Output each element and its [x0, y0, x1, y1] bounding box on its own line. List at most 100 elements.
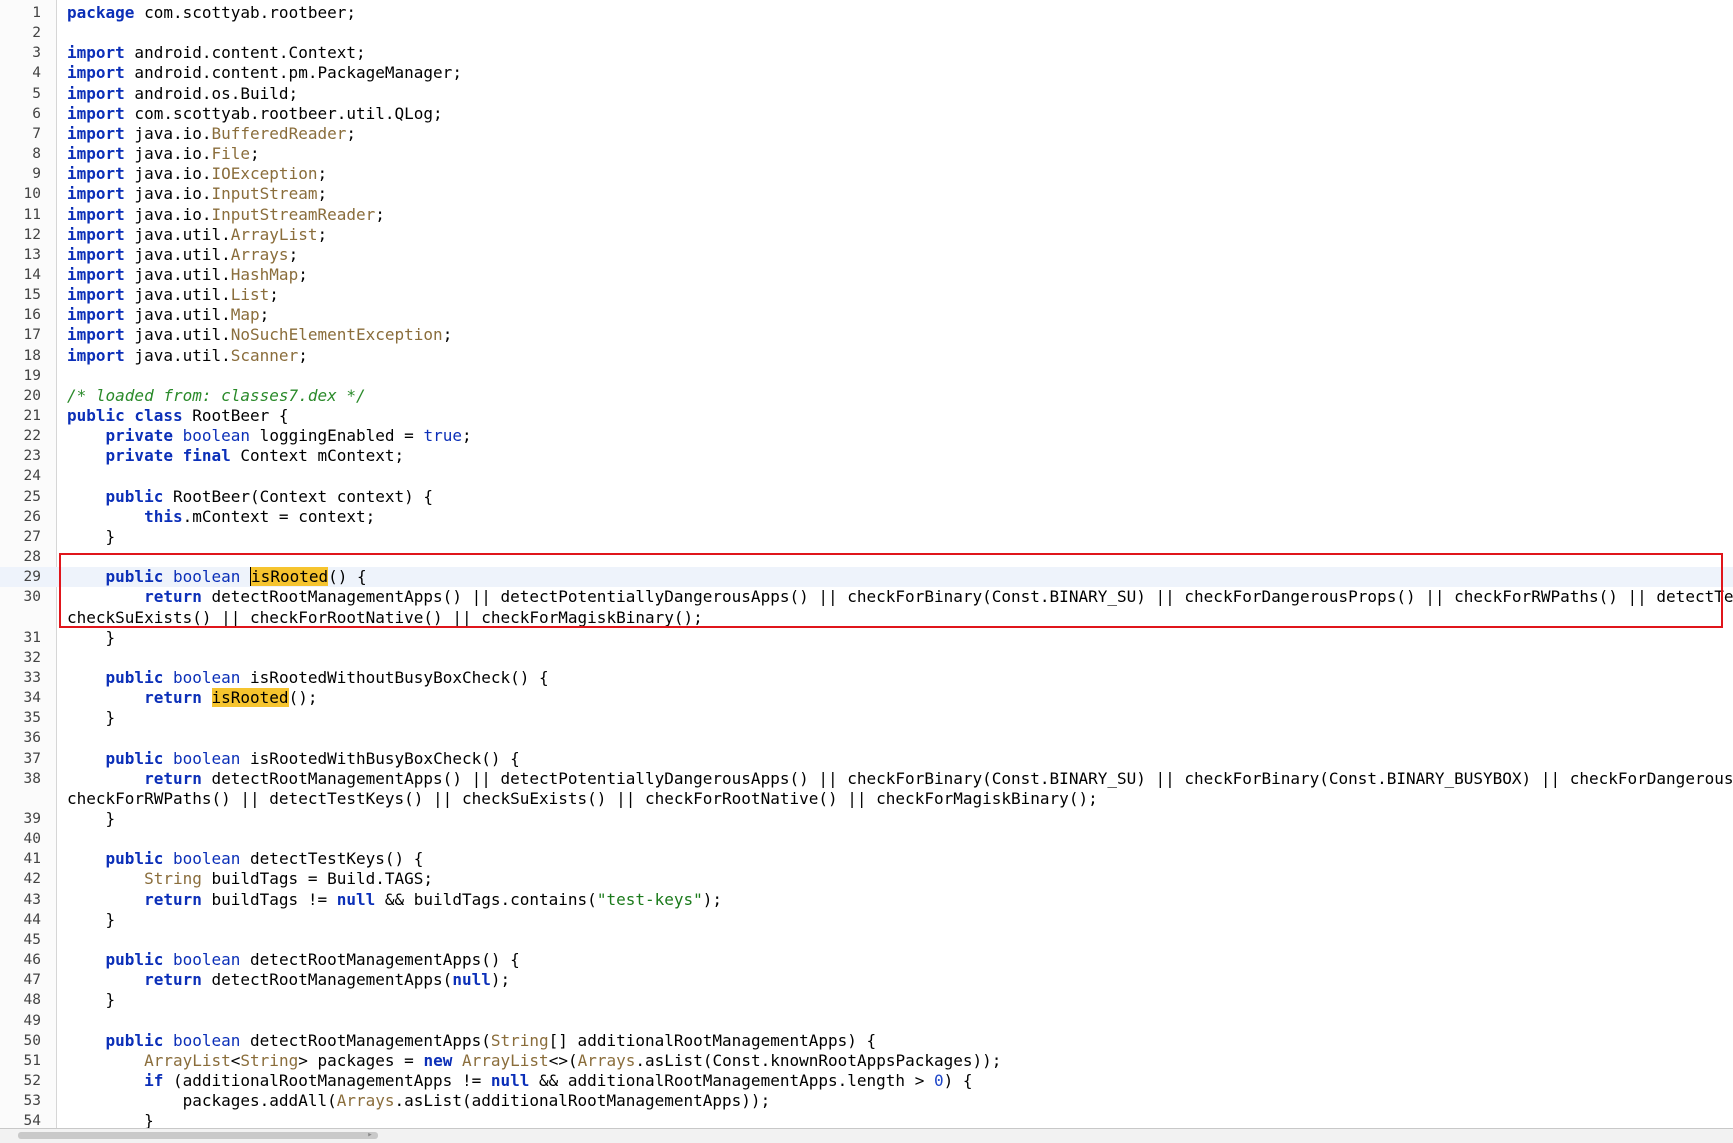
code-text[interactable]: String buildTags = Build.TAGS;	[67, 869, 433, 889]
code-line[interactable]: 41 public boolean detectTestKeys() {	[0, 849, 1733, 869]
code-line[interactable]: 49	[0, 1011, 1733, 1031]
code-line[interactable]: 8 import java.io.File;	[0, 144, 1733, 164]
code-text[interactable]: import android.content.pm.PackageManager…	[67, 63, 462, 83]
code-text[interactable]: return isRooted();	[67, 688, 317, 708]
code-text[interactable]: public boolean detectRootManagementApps(…	[67, 950, 520, 970]
code-line[interactable]: 46 public boolean detectRootManagementAp…	[0, 950, 1733, 970]
code-line[interactable]: 15 import java.util.List;	[0, 285, 1733, 305]
code-line[interactable]: 39 }	[0, 809, 1733, 829]
code-text[interactable]: public boolean isRootedWithoutBusyBoxChe…	[67, 668, 549, 688]
code-line[interactable]: 50 public boolean detectRootManagementAp…	[0, 1031, 1733, 1051]
code-line[interactable]: 5 import android.os.Build;	[0, 84, 1733, 104]
code-line[interactable]: checkForRWPaths() || detectTestKeys() ||…	[0, 789, 1733, 809]
code-text[interactable]: return buildTags != null && buildTags.co…	[67, 890, 722, 910]
code-text[interactable]: }	[67, 809, 116, 829]
code-line[interactable]: 33 public boolean isRootedWithoutBusyBox…	[0, 668, 1733, 688]
code-text[interactable]: import android.os.Build;	[67, 84, 298, 104]
code-text[interactable]: }	[67, 708, 116, 728]
code-line[interactable]: 13 import java.util.Arrays;	[0, 245, 1733, 265]
code-line[interactable]: 19	[0, 366, 1733, 386]
code-line[interactable]: 27 }	[0, 527, 1733, 547]
code-line[interactable]: 29 public boolean isRooted() {	[0, 567, 1733, 588]
code-text[interactable]: import java.util.Scanner;	[67, 346, 308, 366]
code-text[interactable]: public boolean isRootedWithBusyBoxCheck(…	[67, 749, 520, 769]
code-text[interactable]: import java.io.BufferedReader;	[67, 124, 356, 144]
code-text[interactable]: this.mContext = context;	[67, 507, 375, 527]
code-line[interactable]: 45	[0, 930, 1733, 950]
code-line[interactable]: 2	[0, 23, 1733, 43]
code-text[interactable]: import java.util.HashMap;	[67, 265, 308, 285]
code-line[interactable]: 20 /* loaded from: classes7.dex */	[0, 386, 1733, 406]
code-text[interactable]: if (additionalRootManagementApps != null…	[67, 1071, 972, 1091]
code-line[interactable]: 16 import java.util.Map;	[0, 305, 1733, 325]
code-line[interactable]: 11 import java.io.InputStreamReader;	[0, 205, 1733, 225]
code-line[interactable]: 40	[0, 829, 1733, 849]
scroll-right-arrow-icon[interactable]: ▸	[362, 1129, 378, 1142]
code-text[interactable]: checkSuExists() || checkForRootNative() …	[67, 608, 703, 628]
code-text[interactable]: return detectRootManagementApps(null);	[67, 970, 510, 990]
code-text[interactable]: }	[67, 628, 116, 648]
code-text[interactable]: return detectRootManagementApps() || det…	[67, 587, 1733, 607]
code-text[interactable]: import java.util.Arrays;	[67, 245, 298, 265]
code-line[interactable]: 4 import android.content.pm.PackageManage…	[0, 63, 1733, 83]
horizontal-scrollbar[interactable]: ▸	[0, 1128, 1733, 1143]
code-text[interactable]: import java.io.File;	[67, 144, 260, 164]
code-text[interactable]: public RootBeer(Context context) {	[67, 487, 434, 507]
code-text[interactable]: import java.util.ArrayList;	[67, 225, 327, 245]
code-text[interactable]: return detectRootManagementApps() || det…	[67, 769, 1733, 789]
code-line[interactable]: 25 public RootBeer(Context context) {	[0, 487, 1733, 507]
code-line[interactable]: 36	[0, 728, 1733, 748]
code-line[interactable]: 24	[0, 466, 1733, 486]
code-line[interactable]: 18 import java.util.Scanner;	[0, 346, 1733, 366]
code-line[interactable]: 3 import android.content.Context;	[0, 43, 1733, 63]
code-line[interactable]: 1 package com.scottyab.rootbeer;	[0, 3, 1733, 23]
code-line[interactable]: 14 import java.util.HashMap;	[0, 265, 1733, 285]
code-line[interactable]: 48 }	[0, 990, 1733, 1010]
code-text[interactable]: public boolean isRooted() {	[67, 567, 367, 587]
scrollbar-thumb[interactable]	[18, 1132, 378, 1139]
code-text[interactable]: }	[67, 990, 116, 1010]
code-line[interactable]: 47 return detectRootManagementApps(null)…	[0, 970, 1733, 990]
code-line[interactable]: checkSuExists() || checkForRootNative() …	[0, 608, 1733, 628]
code-text[interactable]: public class RootBeer {	[67, 406, 289, 426]
code-text[interactable]: import android.content.Context;	[67, 43, 366, 63]
code-line[interactable]: 42 String buildTags = Build.TAGS;	[0, 869, 1733, 889]
code-line[interactable]: 52 if (additionalRootManagementApps != n…	[0, 1071, 1733, 1091]
code-text[interactable]: ArrayList<String> packages = new ArrayLi…	[67, 1051, 1001, 1071]
code-text[interactable]: import java.io.IOException;	[67, 164, 327, 184]
code-line[interactable]: 26 this.mContext = context;	[0, 507, 1733, 527]
code-line[interactable]: 35 }	[0, 708, 1733, 728]
code-line[interactable]: 43 return buildTags != null && buildTags…	[0, 890, 1733, 910]
code-text[interactable]: private final Context mContext;	[67, 446, 405, 466]
code-text[interactable]: import com.scottyab.rootbeer.util.QLog;	[67, 104, 443, 124]
code-editor[interactable]: 1 package com.scottyab.rootbeer; 2 3 import …	[0, 0, 1733, 1128]
code-text[interactable]: }	[67, 910, 116, 930]
code-line[interactable]: 37 public boolean isRootedWithBusyBoxChe…	[0, 749, 1733, 769]
code-text[interactable]: import java.util.NoSuchElementException;	[67, 325, 452, 345]
code-text[interactable]: import java.util.List;	[67, 285, 279, 305]
code-text[interactable]: package com.scottyab.rootbeer;	[67, 3, 356, 23]
code-line[interactable]: 17 import java.util.NoSuchElementExceptio…	[0, 325, 1733, 345]
code-text[interactable]: packages.addAll(Arrays.asList(additional…	[67, 1091, 771, 1111]
code-line[interactable]: 31 }	[0, 628, 1733, 648]
code-text[interactable]: import java.io.InputStreamReader;	[67, 205, 385, 225]
code-text[interactable]: private boolean loggingEnabled = true;	[67, 426, 472, 446]
code-text[interactable]: import java.io.InputStream;	[67, 184, 327, 204]
code-text[interactable]: import java.util.Map;	[67, 305, 269, 325]
code-text[interactable]: public boolean detectRootManagementApps(…	[67, 1031, 877, 1051]
code-line[interactable]: 12 import java.util.ArrayList;	[0, 225, 1733, 245]
code-line[interactable]: 9 import java.io.IOException;	[0, 164, 1733, 184]
code-line[interactable]: 51 ArrayList<String> packages = new Arra…	[0, 1051, 1733, 1071]
code-text[interactable]: }	[67, 527, 116, 547]
code-line[interactable]: 28	[0, 547, 1733, 567]
code-line[interactable]: 22 private boolean loggingEnabled = true…	[0, 426, 1733, 446]
code-line[interactable]: 34 return isRooted();	[0, 688, 1733, 708]
code-line[interactable]: 30 return detectRootManagementApps() || …	[0, 587, 1733, 607]
code-text[interactable]: checkForRWPaths() || detectTestKeys() ||…	[67, 789, 1098, 809]
code-line[interactable]: 10 import java.io.InputStream;	[0, 184, 1733, 204]
code-line[interactable]: 21 public class RootBeer {	[0, 406, 1733, 426]
code-line[interactable]: 32	[0, 648, 1733, 668]
code-line[interactable]: 7 import java.io.BufferedReader;	[0, 124, 1733, 144]
code-line[interactable]: 23 private final Context mContext;	[0, 446, 1733, 466]
code-text[interactable]: public boolean detectTestKeys() {	[67, 849, 424, 869]
